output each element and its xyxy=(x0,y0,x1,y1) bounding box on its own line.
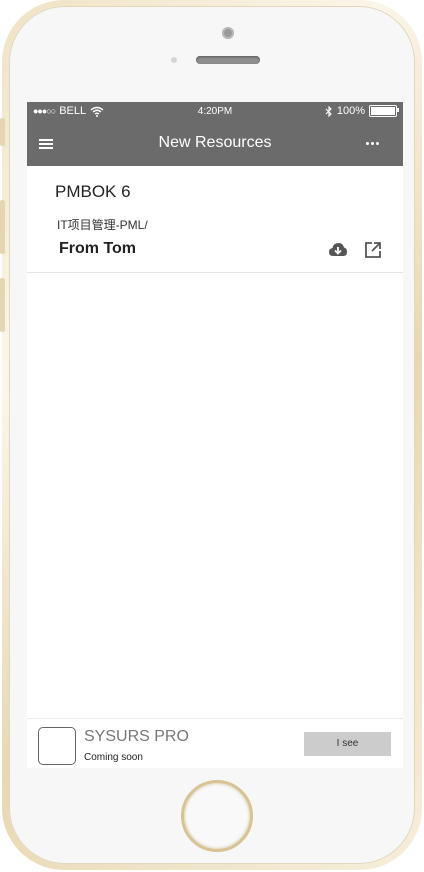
bluetooth-icon xyxy=(325,105,332,117)
status-bar: ●●●○○ BELL 4:20PM 100% xyxy=(27,102,403,122)
earpiece-speaker xyxy=(196,56,260,64)
screen: ●●●○○ BELL 4:20PM 100% New Resources PMB… xyxy=(27,102,403,768)
home-button[interactable] xyxy=(181,780,253,852)
resource-card[interactable]: PMBOK 6 IT项目管理-PML/ From Tom xyxy=(27,166,403,273)
ellipsis-icon[interactable] xyxy=(366,142,379,145)
resource-sender: From Tom xyxy=(59,240,137,257)
page-title: New Resources xyxy=(158,134,272,151)
battery-fill xyxy=(371,107,395,115)
cloud-download-icon[interactable] xyxy=(328,241,348,259)
app-logo xyxy=(38,727,76,765)
battery-percent: 100% xyxy=(336,105,365,117)
nav-bar: New Resources xyxy=(27,122,403,166)
promo-subtitle: Coming soon xyxy=(84,752,143,763)
mute-switch xyxy=(0,118,5,146)
phone-frame: ●●●○○ BELL 4:20PM 100% New Resources PMB… xyxy=(0,0,424,872)
resource-path: IT项目管理-PML/ xyxy=(57,218,148,232)
proximity-sensor xyxy=(171,57,177,63)
front-camera xyxy=(222,27,234,39)
volume-down-button xyxy=(0,278,5,332)
promo-title: SYSURS PRO xyxy=(84,728,189,745)
promo-banner: SYSURS PRO Coming soon I see xyxy=(27,718,403,768)
dismiss-button[interactable]: I see xyxy=(304,732,391,756)
battery-icon xyxy=(369,105,399,117)
resource-title: PMBOK 6 xyxy=(55,182,131,201)
external-link-icon[interactable] xyxy=(364,241,382,259)
volume-up-button xyxy=(0,200,5,254)
